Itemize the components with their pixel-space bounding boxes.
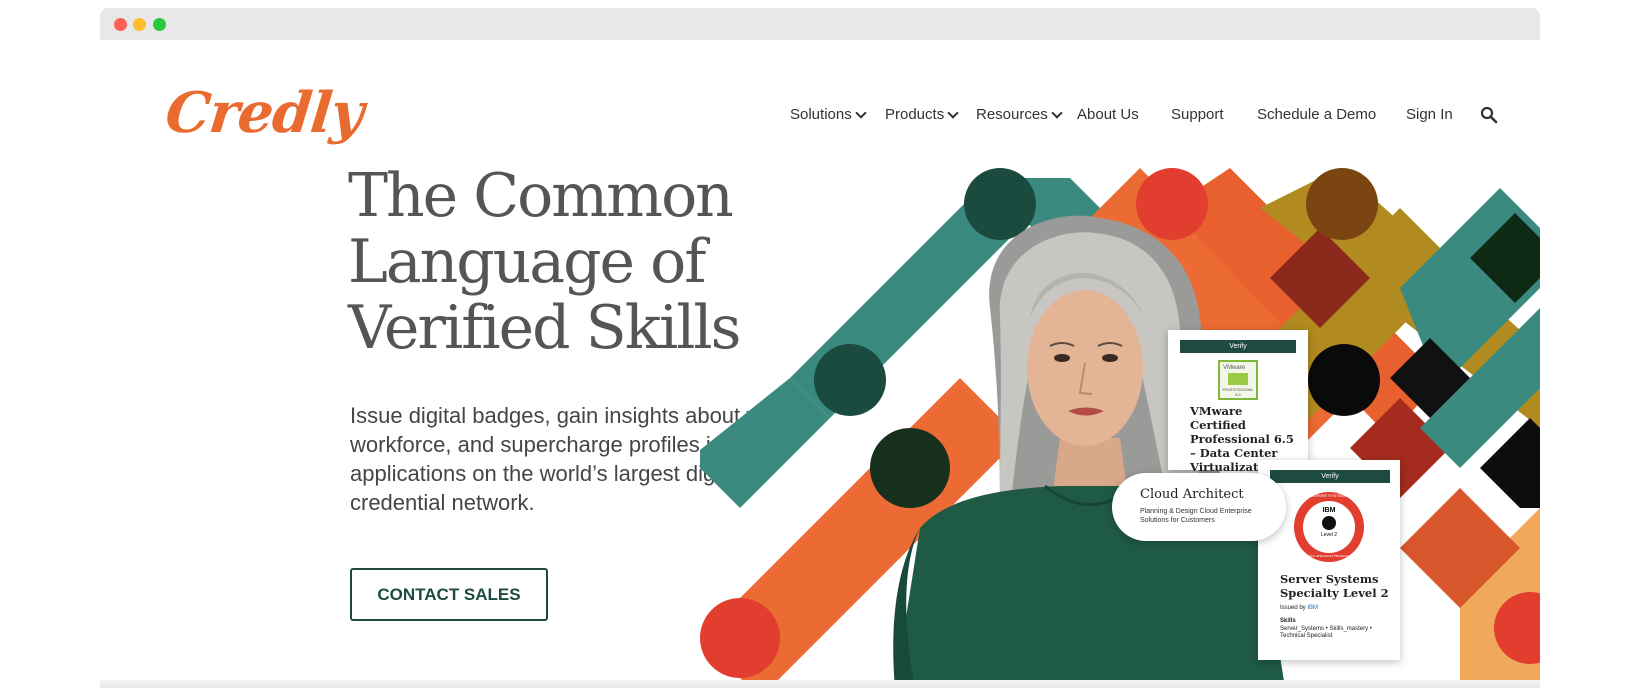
head-gear-icon <box>1322 516 1336 530</box>
badge-level: Level 2 <box>1320 532 1338 538</box>
browser-window: Credly Solutions Products Resources Abou… <box>100 8 1540 688</box>
chevron-down-icon <box>1051 106 1063 119</box>
nav-products[interactable]: Products <box>885 106 959 123</box>
issued-by-label: Issued by <box>1280 605 1306 611</box>
nav-solutions[interactable]: Solutions <box>790 106 867 123</box>
window-titlebar <box>100 8 1540 40</box>
cloud-architect-title: Cloud Architect <box>1140 487 1244 502</box>
cloud-architect-description: Planning & Design Cloud Enterprise Solut… <box>1140 508 1252 524</box>
maximize-window-button[interactable] <box>153 18 166 31</box>
nav-label: Resources <box>976 106 1048 123</box>
verify-label[interactable]: Verify <box>1270 470 1390 483</box>
skills-label: Skills <box>1280 618 1296 624</box>
close-window-button[interactable] <box>114 18 127 31</box>
contact-sales-button[interactable]: CONTACT SALES <box>350 568 548 621</box>
nav-label: Solutions <box>790 106 852 123</box>
badge-text-bottom: PROFESSIONAL 6.5 <box>1222 387 1254 397</box>
badge-check-shape <box>1228 373 1248 385</box>
chevron-down-icon <box>855 106 867 119</box>
skills-list: Server_Systems • Skills_mastery • Techni… <box>1280 626 1372 639</box>
minimize-window-button[interactable] <box>133 18 146 31</box>
vmware-badge-icon: VMware PROFESSIONAL 6.5 <box>1218 360 1258 400</box>
badge-text-top: VMware <box>1223 365 1246 371</box>
nav-support[interactable]: Support <box>1171 106 1224 123</box>
nav-about-us[interactable]: About Us <box>1077 106 1139 123</box>
badge-ring-text-bottom: IBM TECH SPECIALIST PROFESSIONAL <box>1300 554 1358 558</box>
nav-label: Products <box>885 106 945 123</box>
search-icon[interactable] <box>1480 106 1498 124</box>
verify-label[interactable]: Verify <box>1180 340 1296 353</box>
vmware-badge-card[interactable]: Verify VMware PROFESSIONAL 6.5 VMware Ce… <box>1168 330 1308 474</box>
issuer-name[interactable]: IBM <box>1307 605 1318 611</box>
ibm-badge-icon: IBM Level 2 SERVER SYSTEMS IBM TECH SPEC… <box>1294 492 1364 562</box>
nav-resources[interactable]: Resources <box>976 106 1063 123</box>
hero-illustration <box>700 168 1540 688</box>
ibm-badge-title: Server Systems Specialty Level 2 <box>1280 572 1389 600</box>
nav-sign-in[interactable]: Sign In <box>1406 106 1453 123</box>
nav-schedule-demo[interactable]: Schedule a Demo <box>1257 106 1376 123</box>
badge-ring-text: SERVER SYSTEMS <box>1310 493 1348 498</box>
cloud-architect-card[interactable]: Cloud Architect Planning & Design Cloud … <box>1112 473 1286 541</box>
page-fold-shadow <box>100 680 1540 688</box>
issued-by: Issued by IBM <box>1280 605 1318 612</box>
main-nav: Solutions Products Resources About Us Su… <box>100 106 1540 136</box>
ibm-logo-text: IBM <box>1322 507 1336 514</box>
chevron-down-icon <box>947 106 959 119</box>
